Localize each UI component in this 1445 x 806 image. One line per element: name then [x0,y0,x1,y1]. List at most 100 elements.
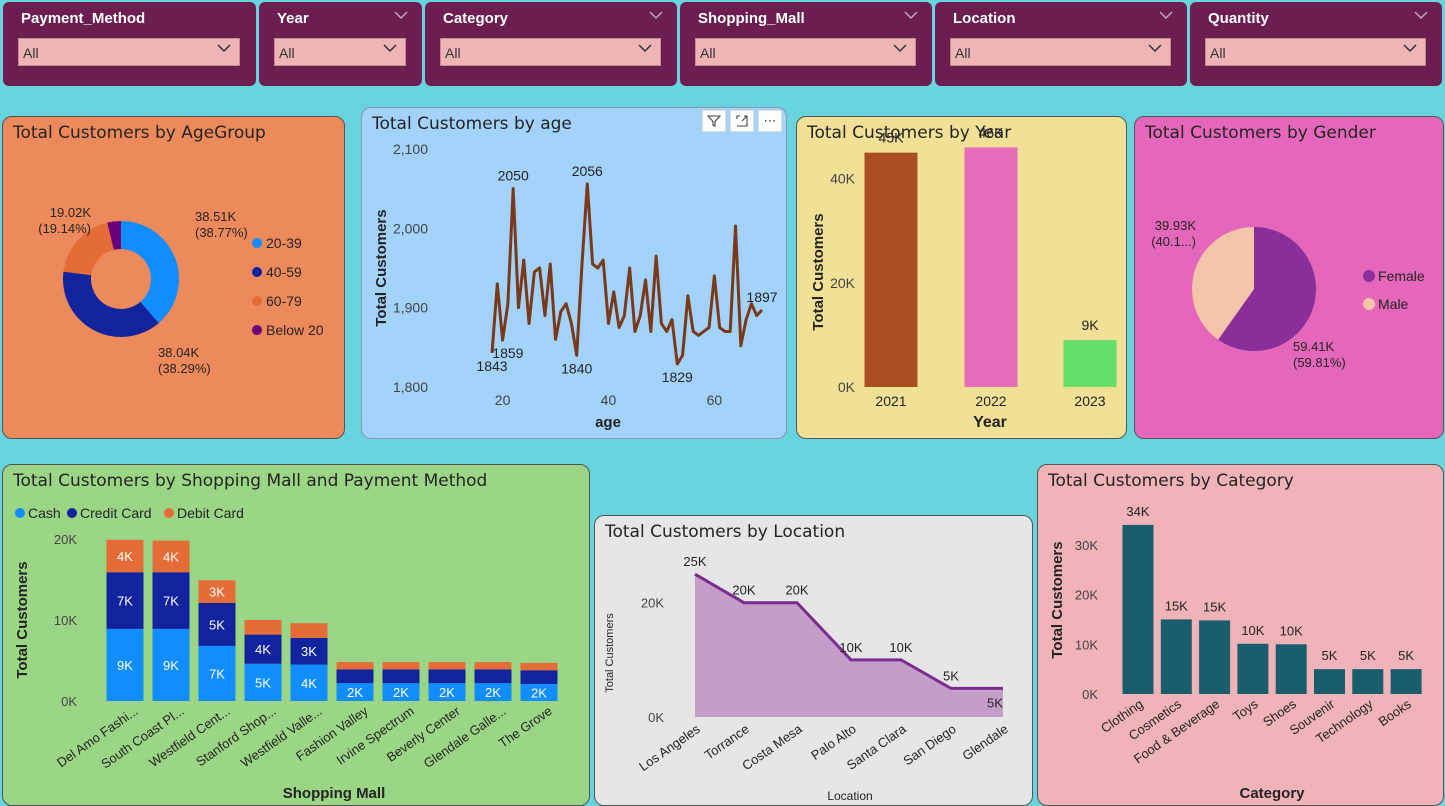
x-tick-label: 60 [707,392,723,408]
age-chart-panel[interactable]: Total Customers by age ⋯ 1,800 1,900 2,000… [361,107,787,439]
chevron-down-icon[interactable] [649,8,663,22]
chevron-down-icon[interactable] [904,8,918,22]
y-axis-title: Total Customers [810,213,827,330]
y-tick-label: 1,800 [393,379,428,395]
data-label: 15K [1203,599,1226,614]
chevron-down-icon [1403,44,1417,53]
slicer-dropdown[interactable]: All [695,38,916,66]
data-label: 4K [117,549,133,564]
chevron-down-icon[interactable] [1414,8,1428,22]
y-tick-label: 40K [830,171,856,187]
legend-label: Cash [28,505,61,521]
data-label: (59.81%) [1293,355,1346,370]
slicer-shopping-mall: Shopping_Mall All [680,2,932,86]
x-axis-title: Category [1239,785,1305,802]
category-chart-panel[interactable]: Total Customers by Category 0K 10K 20K 30K T… [1037,464,1444,806]
location-chart-panel[interactable]: Total Customers by Location 0K 20K Total C… [594,515,1033,806]
data-label: 3K [209,585,225,600]
data-label: (38.77%) [195,225,248,240]
data-label: 15K [1165,598,1188,613]
x-tick-label: Glendale [959,721,1010,763]
slicer-dropdown[interactable]: All [274,38,406,66]
slicer-value: All [1210,45,1226,61]
agegroup-donut-chart: 38.51K(38.77%) 38.04K(38.29%) 19.02K(19.14… [38,205,324,376]
x-tick-label: Toys [1230,696,1261,724]
y-tick-label: 20K [641,596,664,611]
slicer-category: Category All [425,2,677,86]
y-tick-label: 20K [1075,588,1098,603]
slicer-dropdown[interactable]: All [440,38,661,66]
slicer-dropdown[interactable]: All [1205,38,1426,66]
slicer-payment-method: Payment_Method All [3,2,256,86]
year-chart-panel[interactable]: Total Customers by Year 0K 20K 40K Total Cu… [796,116,1127,439]
y-axis-title: Total Customers [1049,541,1066,658]
slicer-dropdown[interactable]: All [950,38,1171,66]
y-tick-label: 20K [54,532,77,547]
slicer-value: All [700,45,716,61]
x-tick-label: Torrance [702,721,752,762]
data-label: 3K [301,644,317,659]
slicer-location: Location All [935,2,1187,86]
chevron-down-icon [893,44,907,53]
data-label: 2050 [498,168,529,184]
mall-stacked-bar-chart: Cash Credit Card Debit Card 0K 10K 20K Total C… [14,505,558,802]
bar-segment [244,620,282,635]
y-tick-label: 0K [61,694,77,709]
slicer-value: All [445,45,461,61]
y-tick-label: 30K [1075,538,1098,553]
x-tick-label: 2023 [1074,393,1105,409]
bar-segment [474,662,512,670]
mall-chart-panel[interactable]: Total Customers by Shopping Mall and Pay… [2,464,590,806]
data-label: 38.04K [158,345,200,360]
x-tick-label: Westfield Cent... [146,703,233,770]
legend-marker [67,508,77,518]
bar-segment [520,662,558,671]
chevron-down-icon[interactable] [1159,8,1173,22]
bar [1390,669,1422,694]
data-label: 7K [163,594,179,609]
slicer-title: Shopping_Mall [698,10,805,27]
y-tick-label: 20K [830,275,856,291]
legend-marker [164,508,174,518]
data-label: 9K [117,658,133,673]
slicer-title: Payment_Method [21,10,146,27]
slicer-dropdown[interactable]: All [18,38,240,66]
bar [1352,669,1384,694]
bar-segment [428,669,466,684]
bar [1122,524,1154,694]
data-label: 19.02K [50,205,92,220]
y-axis-title: Total Customers [373,209,390,326]
x-axis-title: Shopping Mall [283,785,386,802]
data-label: 5K [1360,648,1376,663]
x-axis-title: Location [827,789,872,803]
data-label: 9K [1081,317,1099,333]
x-tick-label: Los Angeles [636,721,703,774]
data-label: 5K [943,668,959,683]
slicer-title: Category [443,10,509,27]
legend-label: 20-39 [266,235,302,251]
data-label: 2K [393,685,409,700]
data-label: 4K [301,676,317,691]
x-axis-title: Year [973,414,1007,431]
bar-segment [290,623,328,638]
bar-segment [336,669,374,684]
year-bar-chart: 0K 20K 40K Total Customers 45K 2021 46K 2022 9K 2… [810,124,1117,431]
bar [1063,340,1117,387]
data-label: (19.14%) [38,221,91,236]
legend-marker [15,508,25,518]
legend-marker [252,325,262,335]
data-label: 4K [163,549,179,564]
slicer-value: All [279,45,295,61]
agegroup-chart-panel[interactable]: Total Customers by AgeGroup 38.51K (38.77… [2,116,345,439]
data-label: 25K [683,554,706,569]
data-label: 2K [485,685,501,700]
y-axis-title: Total Customers [604,613,616,693]
bar [964,147,1018,387]
chevron-down-icon[interactable] [394,8,408,22]
data-label: 5K [209,617,225,632]
gender-chart-panel[interactable]: Total Customers by Gender 59.41K (59.81%)… [1134,116,1444,439]
data-label: 39.93K [1155,218,1197,233]
data-label: 20K [785,583,808,598]
data-label: 34K [1126,504,1149,519]
legend-label: Credit Card [80,505,152,521]
